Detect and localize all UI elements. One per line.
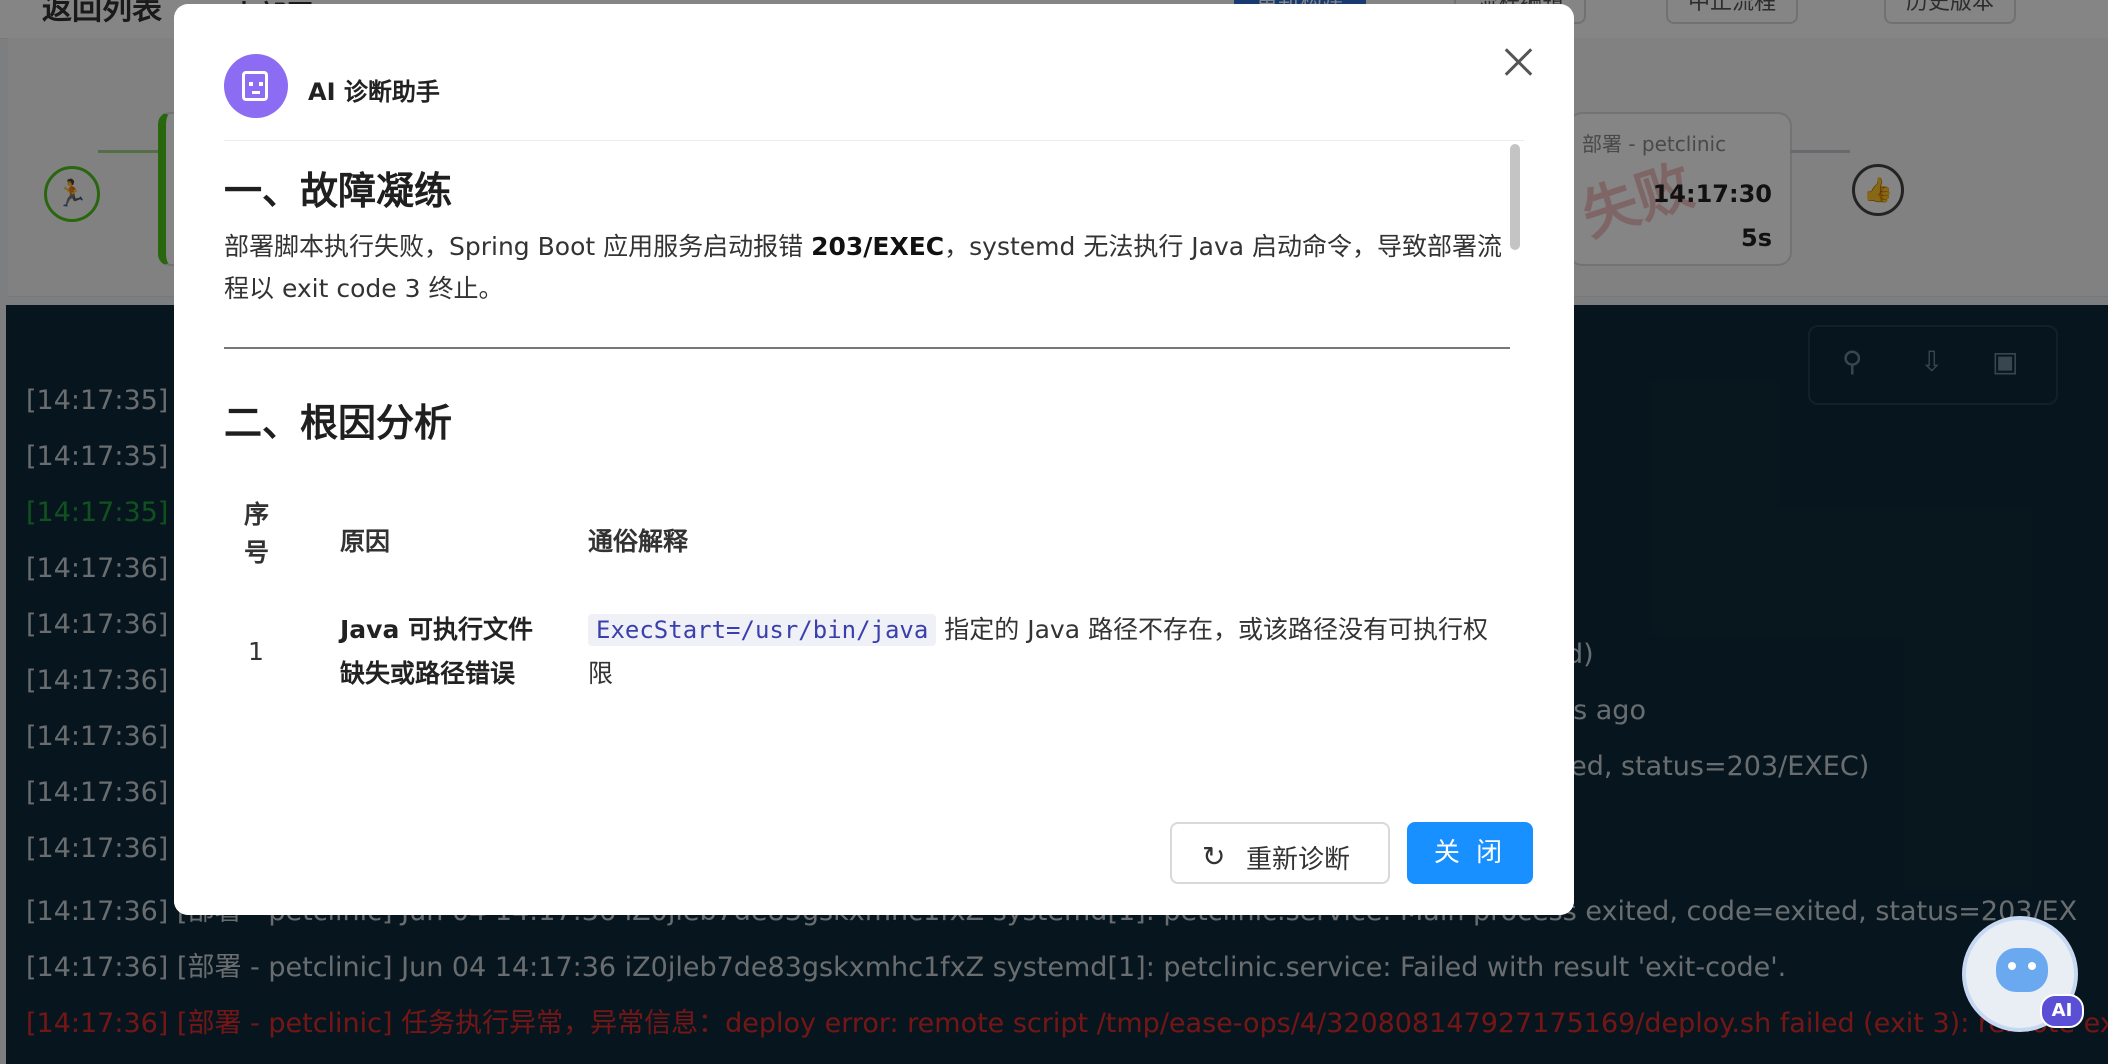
refresh-icon: ↻: [1202, 840, 1226, 873]
table-header-no: 序号: [244, 500, 270, 567]
dialog-footer: ↻ 重新诊断 关 闭: [174, 800, 1574, 915]
scrollbar-thumb[interactable]: [1510, 144, 1520, 250]
dialog-title: AI 诊断助手: [308, 78, 440, 106]
dialog-header: AI 诊断助手: [224, 54, 1524, 141]
inline-code: ExecStart=/usr/bin/java: [588, 614, 937, 646]
rediagnose-button[interactable]: ↻ 重新诊断: [1170, 822, 1390, 884]
ai-diagnosis-dialog: AI 诊断助手 一、故障凝练 部署脚本执行失败，Spring Boot 应用服务…: [174, 4, 1574, 915]
ai-badge: AI: [2040, 994, 2084, 1028]
ai-assistant-fab[interactable]: AI: [1962, 916, 2084, 1032]
section-title-root-cause: 二、根因分析: [224, 401, 453, 445]
dialog-scrollbar[interactable]: [1510, 144, 1522, 744]
dialog-body: 一、故障凝练 部署脚本执行失败，Spring Boot 应用服务启动报错 203…: [224, 142, 1524, 800]
robot-avatar-icon: [224, 54, 288, 118]
table-header-explain: 通俗解释: [588, 527, 689, 556]
table-cell-cause: Java 可执行文件缺失或路径错误: [340, 615, 534, 688]
close-icon[interactable]: [1500, 44, 1536, 80]
table-header-cause: 原因: [340, 527, 391, 556]
section-title-summary: 一、故障凝练: [224, 169, 453, 213]
table-cell-no: 1: [248, 637, 264, 666]
table-cell-explain: ExecStart=/usr/bin/java 指定的 Java 路径不存在，或…: [588, 614, 1488, 688]
close-button[interactable]: 关 闭: [1407, 822, 1533, 884]
summary-text: 部署脚本执行失败，Spring Boot 应用服务启动报错 203/EXEC，s…: [224, 232, 1503, 303]
divider: [224, 347, 1510, 349]
